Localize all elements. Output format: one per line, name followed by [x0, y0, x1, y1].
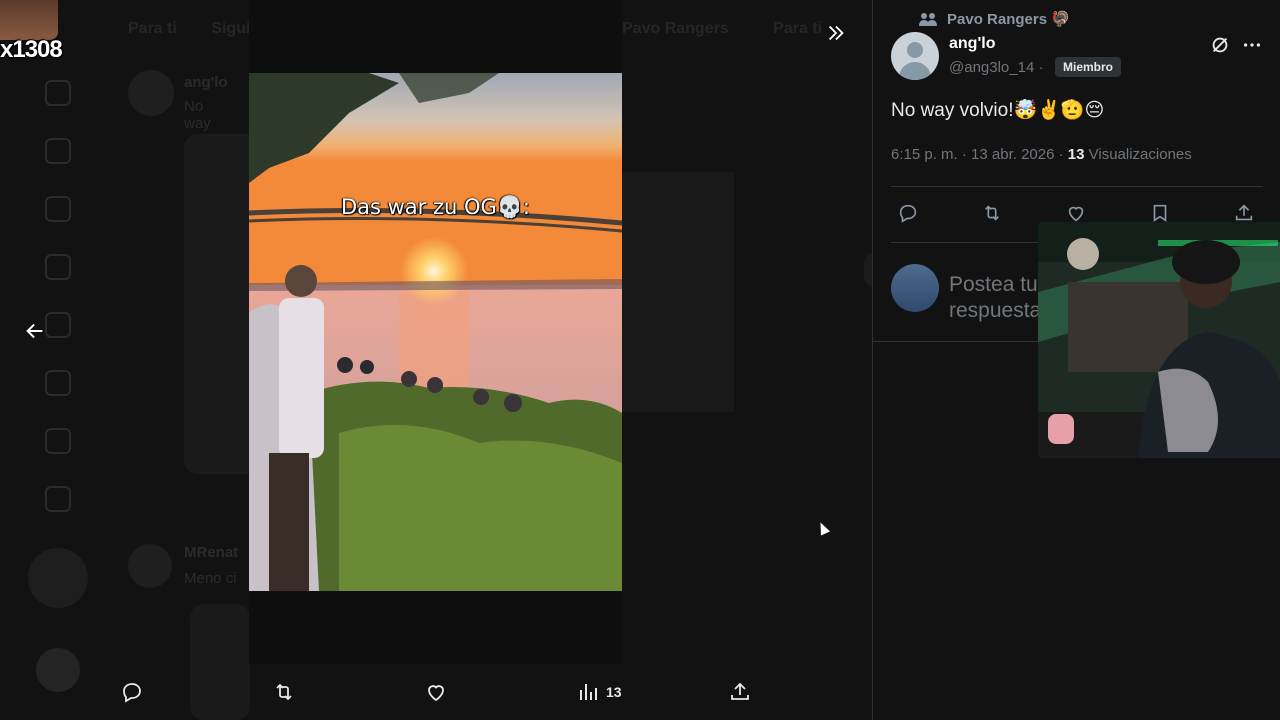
current-user-avatar: [891, 264, 939, 312]
share-button[interactable]: [728, 678, 752, 706]
streamer-overlay: x1308: [0, 0, 70, 66]
views-count: 13: [606, 684, 622, 700]
bg-tab: Pavo Rangers: [622, 20, 729, 37]
avatar-head: [907, 42, 923, 58]
reply-icon[interactable]: [897, 202, 921, 226]
author-avatar[interactable]: [891, 32, 939, 80]
arrow-left-icon[interactable]: [22, 320, 48, 346]
chevrons-right-icon[interactable]: [822, 22, 850, 50]
author-name[interactable]: ang'lo: [949, 35, 995, 53]
views-button[interactable]: 13: [576, 678, 622, 706]
bg-post-name: ang'lo: [184, 74, 228, 91]
views-icon: [580, 684, 597, 700]
bg-post-text: Meno ci: [184, 570, 237, 587]
screen: Para ti Siguiendo Pavo Rangers Para ti a…: [0, 0, 1280, 720]
author-handle[interactable]: @ang3lo_14 ·: [949, 59, 1043, 76]
grok-nav-icon: [45, 312, 71, 338]
like-button[interactable]: [424, 678, 448, 706]
tweet-text: No way volvio!🤯✌️🫡😔: [891, 100, 1105, 121]
views-count: 13: [1067, 146, 1085, 163]
share-icon: [731, 682, 749, 700]
retweet-icon[interactable]: [981, 202, 1005, 226]
more-nav-icon: [45, 486, 71, 512]
tweet-meta: 6:15 p. m. · 13 abr. 2026 · 13 Visualiza…: [891, 146, 1192, 163]
bg-post-avatar: [128, 544, 172, 588]
media-action-bar: 13: [0, 664, 872, 720]
tweet-timestamp[interactable]: 6:15 p. m. · 13 abr. 2026 ·: [891, 146, 1064, 163]
divider: [891, 186, 1263, 187]
reply-button[interactable]: [120, 678, 144, 706]
community-name: Pavo Rangers: [947, 10, 1048, 28]
media-video[interactable]: Das war zu OG💀:: [249, 73, 622, 591]
more-icon[interactable]: [1241, 34, 1263, 56]
grok-icon[interactable]: [1209, 34, 1231, 56]
video-caption: Das war zu OG💀:: [340, 195, 531, 219]
bg-sidebar-nav: [28, 80, 88, 544]
bg-post-media: [622, 172, 734, 412]
sunset-video-frame: [249, 73, 622, 591]
views-label: Visualizaciones: [1088, 146, 1192, 163]
streamer-tag: x1308: [0, 36, 63, 63]
messages-icon: [45, 254, 71, 280]
webcam-overlay: [1038, 222, 1280, 458]
profile-icon: [45, 428, 71, 454]
bg-post-name: MRenat: [184, 544, 239, 561]
bg-tab: Para ti: [773, 20, 823, 37]
bg-compose-button: [28, 548, 88, 608]
community-label[interactable]: Pavo Rangers 🦃: [919, 10, 1070, 28]
member-badge: Miembro: [1055, 57, 1122, 77]
reply-icon: [123, 683, 141, 703]
home-icon: [45, 80, 71, 106]
avatar-body: [899, 62, 931, 80]
retweet-button[interactable]: [272, 678, 296, 706]
group-icon: [919, 12, 937, 26]
bell-icon: [45, 196, 71, 222]
bg-tab: Para ti: [128, 20, 177, 37]
retweet-icon: [276, 683, 292, 701]
lists-icon: [45, 370, 71, 396]
like-icon: [428, 685, 444, 702]
bg-post-avatar: [128, 70, 174, 116]
bg-divider: [864, 252, 872, 288]
community-emoji: 🦃: [1051, 11, 1070, 28]
search-icon: [45, 138, 71, 164]
webcam-feed: [1038, 222, 1280, 458]
bg-post-text: No way: [184, 98, 211, 132]
streamer-face: [0, 0, 58, 40]
